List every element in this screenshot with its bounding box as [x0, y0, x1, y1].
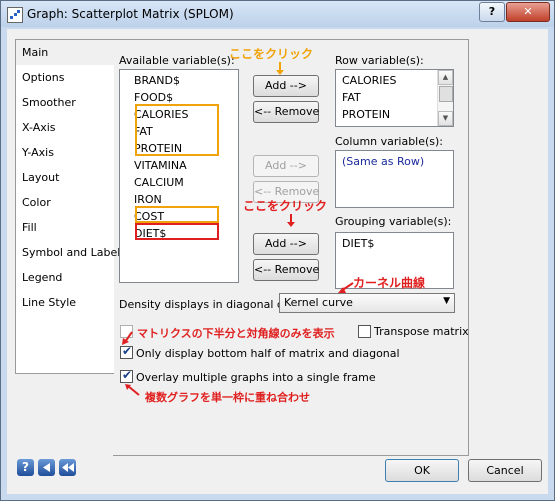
remove-row-button[interactable]: <-- Remove — [253, 101, 319, 123]
scroll-up-icon[interactable]: ▲ — [438, 70, 453, 85]
transpose-label: Transpose matrix — [374, 325, 469, 338]
nav-item-line-style[interactable]: Line Style — [16, 290, 114, 315]
column-vars-list[interactable]: (Same as Row) — [335, 150, 454, 208]
list-item[interactable]: FAT — [342, 91, 361, 104]
nav-item-options[interactable]: Options — [16, 65, 114, 90]
scroll-thumb[interactable] — [439, 86, 453, 102]
check-icon: ✔ — [122, 344, 133, 358]
help-icon[interactable]: ? — [17, 459, 34, 476]
category-nav: Main Options Smoother X-Axis Y-Axis Layo… — [15, 39, 120, 374]
scroll-down-icon[interactable]: ▼ — [438, 111, 453, 126]
ok-button[interactable]: OK — [385, 459, 459, 482]
transpose-checkbox[interactable] — [358, 325, 371, 338]
list-item[interactable]: VITAMINA — [134, 159, 187, 172]
annotation-bottom-half: マトリクスの下半分と対角線のみを表示 — [137, 327, 335, 340]
down-arrow-icon — [276, 62, 284, 75]
density-value: Kernel curve — [284, 296, 353, 309]
list-item[interactable]: CALCIUM — [134, 176, 184, 189]
nav-item-legend[interactable]: Legend — [16, 265, 114, 290]
check-icon: ✔ — [122, 368, 133, 382]
overlay-checkbox[interactable]: ✔ — [120, 368, 133, 383]
first-page-icon[interactable] — [59, 459, 76, 476]
row-vars-label: Row variable(s): — [335, 54, 424, 67]
nav-item-layout[interactable]: Layout — [16, 165, 114, 190]
list-item[interactable]: BRAND$ — [134, 74, 180, 87]
density-select[interactable]: Kernel curve ▼ — [279, 293, 455, 313]
highlight-box-diet — [135, 223, 219, 240]
remove-group-button[interactable]: <-- Remove — [253, 259, 319, 281]
nav-item-symbol-and-label[interactable]: Symbol and Label — [16, 240, 120, 265]
highlight-box-cost — [135, 206, 219, 223]
annotation-kernel: カーネル曲線 — [353, 276, 426, 290]
bottom-half-label: Only display bottom half of matrix and d… — [136, 347, 400, 360]
annotation-click-here-1: ここをクリック — [229, 47, 314, 61]
list-item[interactable]: (Same as Row) — [342, 155, 424, 168]
list-item[interactable]: FOOD$ — [134, 91, 173, 104]
window-title: Graph: Scatterplot Matrix (SPLOM) — [27, 7, 234, 21]
annotation-overlay: 複数グラフを単一枠に重ね合わせ — [145, 391, 310, 404]
down-arrow-icon — [287, 214, 295, 227]
nav-item-y-axis[interactable]: Y-Axis — [16, 140, 114, 165]
dialog-body: Main Options Smoother X-Axis Y-Axis Layo… — [7, 29, 548, 494]
column-vars-label: Column variable(s): — [335, 135, 444, 148]
density-label: Density displays in diagonal cells: — [119, 298, 306, 311]
overlay-label: Overlay multiple graphs into a single fr… — [136, 371, 376, 384]
nav-item-color[interactable]: Color — [16, 190, 114, 215]
nav-item-fill[interactable]: Fill — [16, 215, 114, 240]
back-icon[interactable] — [38, 459, 55, 476]
add-row-button[interactable]: Add --> — [253, 75, 319, 97]
bottom-half-checkbox[interactable]: ✔ — [120, 344, 133, 359]
available-label: Available variable(s): — [119, 54, 235, 67]
arrow-icon — [125, 384, 140, 396]
available-list[interactable]: BRAND$ FOOD$ CALORIES FAT PROTEIN VITAMI… — [119, 69, 239, 283]
chevron-down-icon: ▼ — [443, 296, 450, 306]
annotation-click-here-2: ここをクリック — [243, 199, 328, 213]
help-button[interactable]: ? — [479, 2, 505, 22]
nav-item-x-axis[interactable]: X-Axis — [16, 115, 114, 140]
highlight-box-nutrients — [135, 104, 219, 156]
nav-item-main[interactable]: Main — [16, 40, 114, 65]
close-button[interactable]: ✕ — [506, 2, 550, 22]
list-item[interactable]: DIET$ — [342, 237, 374, 250]
cancel-button[interactable]: Cancel — [468, 459, 542, 482]
nav-item-smoother[interactable]: Smoother — [16, 90, 114, 115]
dialog-window: Graph: Scatterplot Matrix (SPLOM) ? ✕ Ma… — [0, 0, 555, 501]
list-item[interactable]: CALORIES — [342, 74, 396, 87]
row-vars-list[interactable]: CALORIES FAT PROTEIN ▲ ▼ — [335, 69, 454, 127]
app-icon — [7, 7, 23, 23]
add-column-button[interactable]: Add --> — [253, 155, 319, 177]
row-vars-scrollbar[interactable]: ▲ ▼ — [437, 70, 453, 126]
title-bar: Graph: Scatterplot Matrix (SPLOM) ? ✕ — [1, 1, 554, 27]
add-group-button[interactable]: Add --> — [253, 233, 319, 255]
list-item[interactable]: IRON — [134, 193, 162, 206]
grouping-vars-label: Grouping variable(s): — [335, 215, 452, 228]
list-item[interactable]: PROTEIN — [342, 108, 390, 121]
